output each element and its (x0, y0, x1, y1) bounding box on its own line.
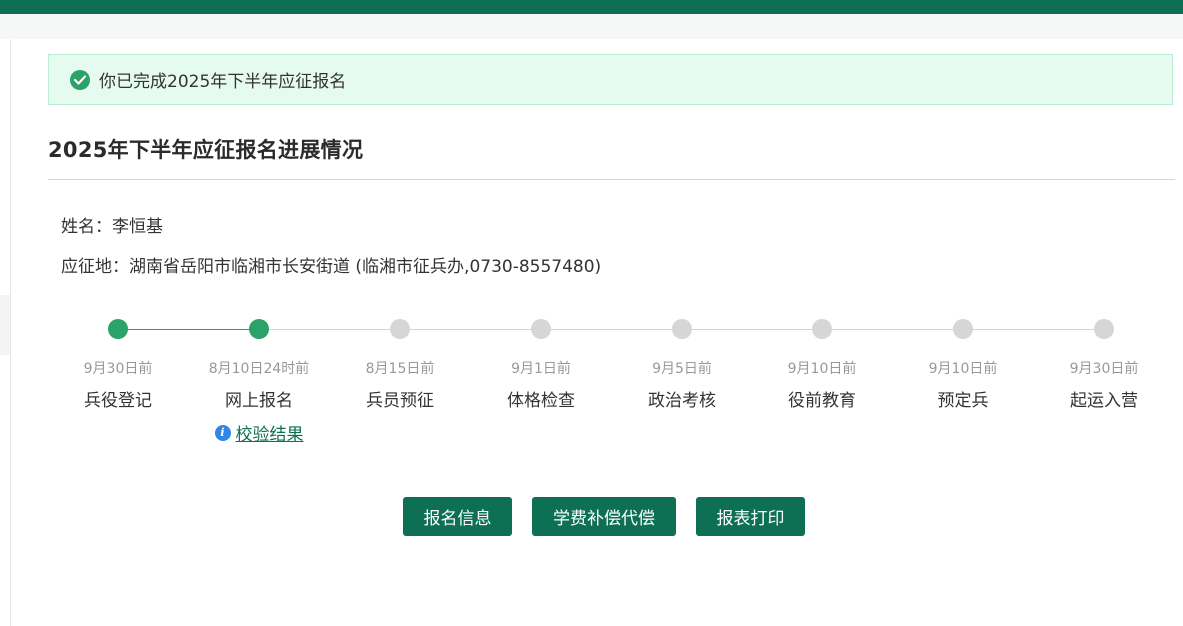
step-label: 政治考核 (648, 391, 716, 411)
title-divider (48, 179, 1175, 180)
step-date: 9月10日前 (928, 361, 998, 377)
step-dot (249, 319, 269, 339)
name-label: 姓名： (61, 217, 112, 237)
timeline-step-online-signup: 8月10日24时前 网上报名 i 校验结果 (189, 319, 329, 445)
verify-result-link[interactable]: i 校验结果 (189, 420, 329, 445)
timeline-step-physical-exam: 9月1日前 体格检查 (471, 319, 611, 411)
step-dot (1094, 319, 1114, 339)
timeline-step-enlistment-transport: 9月30日前 起运入营 (1034, 319, 1174, 411)
timeline-step-registration: 9月30日前 兵役登记 (48, 319, 188, 411)
step-label: 起运入营 (1070, 391, 1138, 411)
step-label: 役前教育 (788, 391, 856, 411)
step-dot (531, 319, 551, 339)
step-label: 网上报名 (225, 391, 293, 411)
step-label: 兵员预征 (366, 391, 434, 411)
name-value: 李恒基 (112, 217, 163, 237)
step-label: 兵役登记 (84, 391, 152, 411)
verify-result-text[interactable]: 校验结果 (236, 420, 304, 445)
step-label: 预定兵 (937, 391, 989, 411)
timeline-step-pre-enlistment: 8月15日前 兵员预征 (330, 319, 470, 411)
left-collapse-handle[interactable] (0, 295, 10, 355)
step-date: 9月1日前 (511, 361, 571, 377)
enlistment-place-row: 应征地：湖南省岳阳市临湘市长安街道 (临湘市征兵办,0730-8557480) (61, 252, 601, 277)
top-header-bar (0, 0, 1183, 14)
step-dot (672, 319, 692, 339)
step-dot (390, 319, 410, 339)
step-date: 9月30日前 (83, 361, 153, 377)
timeline-step-designated-soldier: 9月10日前 预定兵 (893, 319, 1033, 411)
step-date: 9月30日前 (1069, 361, 1139, 377)
step-dot (108, 319, 128, 339)
step-date: 9月10日前 (787, 361, 857, 377)
check-circle-icon (70, 69, 90, 90)
left-divider (10, 39, 11, 626)
step-date: 8月15日前 (365, 361, 435, 377)
print-report-button[interactable]: 报表打印 (696, 497, 805, 536)
step-date: 8月10日24时前 (208, 361, 310, 377)
success-alert: 你已完成2025年下半年应征报名 (48, 54, 1173, 105)
applicant-name-row: 姓名：李恒基 (61, 212, 163, 237)
alert-message: 你已完成2025年下半年应征报名 (99, 72, 347, 92)
step-label: 体格检查 (507, 391, 575, 411)
page-title: 2025年下半年应征报名进展情况 (48, 138, 364, 162)
step-dot (812, 319, 832, 339)
timeline-step-pre-service-education: 9月10日前 役前教育 (752, 319, 892, 411)
info-icon: i (214, 424, 231, 441)
sub-header-bar (0, 14, 1183, 39)
place-label: 应征地： (61, 257, 129, 277)
tuition-compensation-button[interactable]: 学费补偿代偿 (532, 497, 676, 536)
timeline-step-political-review: 9月5日前 政治考核 (612, 319, 752, 411)
step-date: 9月5日前 (652, 361, 712, 377)
place-value: 湖南省岳阳市临湘市长安街道 (临湘市征兵办,0730-8557480) (129, 257, 602, 277)
signup-info-button[interactable]: 报名信息 (403, 497, 512, 536)
step-dot (953, 319, 973, 339)
